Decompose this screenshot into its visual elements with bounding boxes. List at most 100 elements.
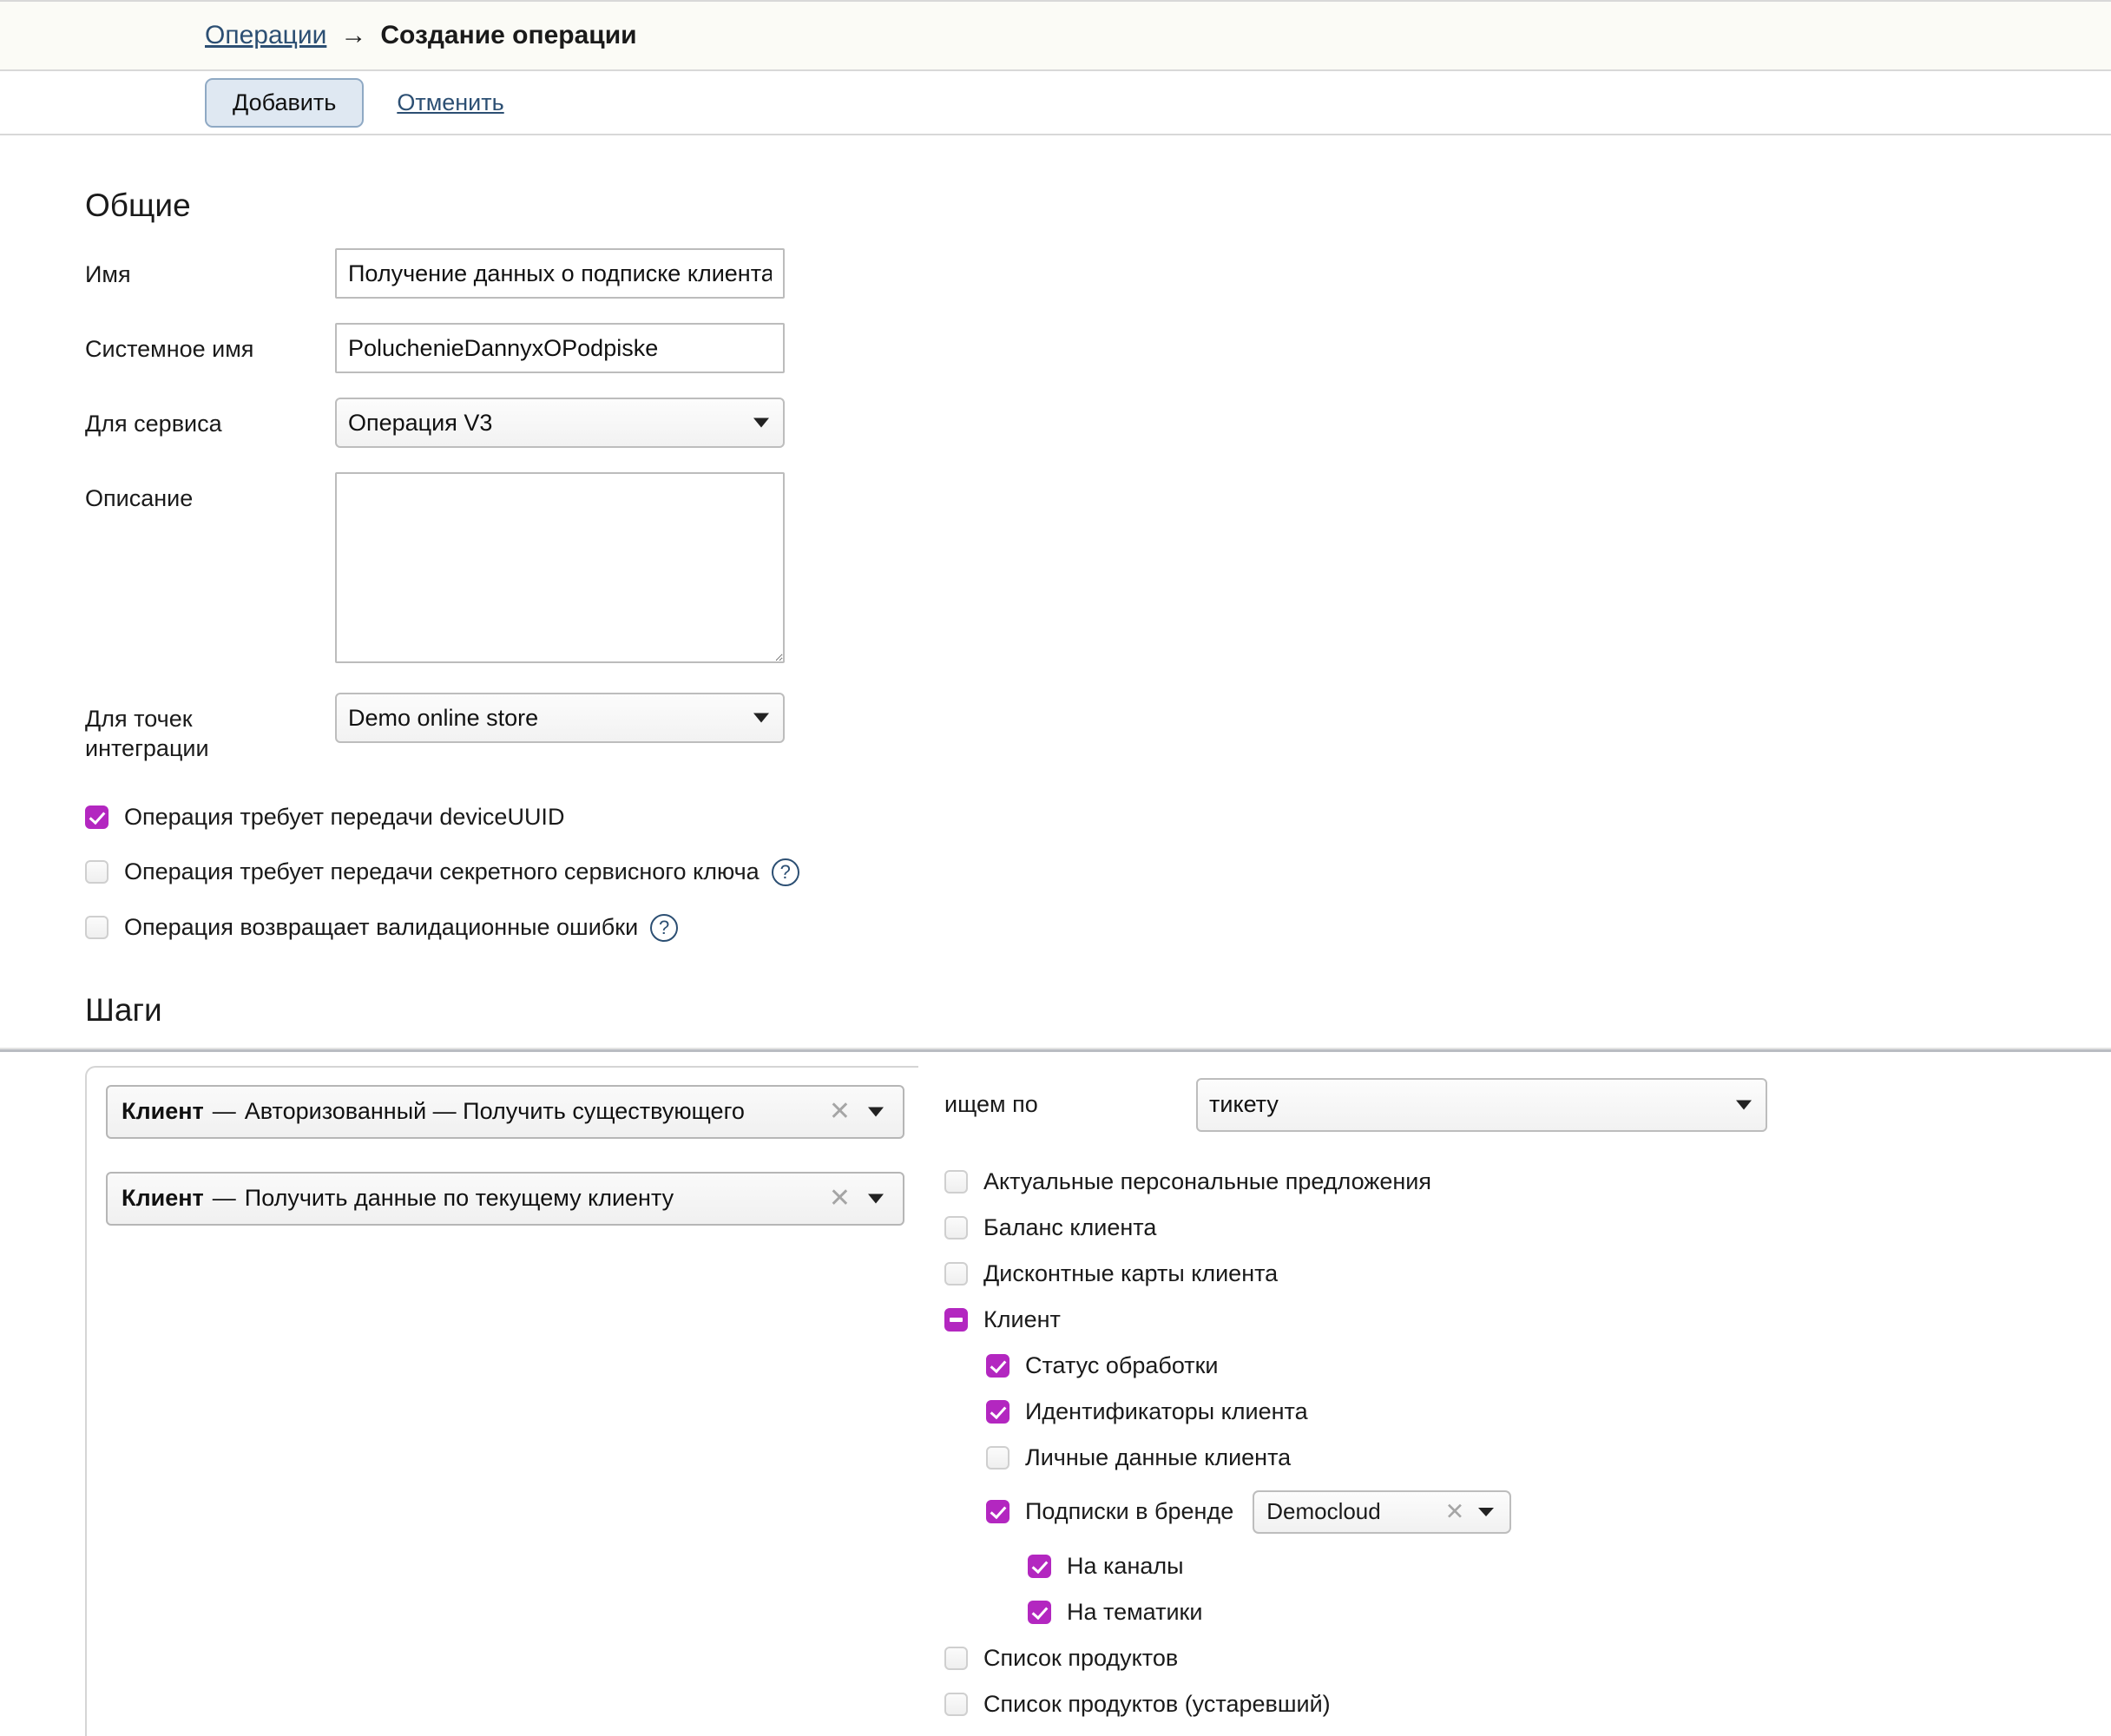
step-select-1-dash: — (212, 1185, 236, 1211)
system-name-input[interactable] (335, 323, 785, 373)
tree-row-9: На тематики (1028, 1599, 1767, 1626)
service-label: Для сервиса (85, 411, 222, 437)
checkbox-validation-errors-label: Операция возвращает валидационные ошибки (124, 914, 639, 940)
tree-checkbox-11[interactable] (944, 1692, 968, 1716)
step-select-1[interactable]: Клиент — Получить данные по текущему кли… (106, 1171, 904, 1226)
field-row-service: Для сервиса Операция V3 (85, 398, 2111, 448)
integration-points-label-line1: Для точек (85, 706, 193, 732)
tree-label-1: Баланс клиента (983, 1213, 1157, 1240)
options-tree: Актуальные персональные предложения Балан… (944, 1168, 1767, 1736)
tree-checkbox-2[interactable] (944, 1261, 968, 1286)
tree-checkbox-8[interactable] (1028, 1554, 1051, 1578)
checkbox-row-deviceuuid: Операция требует передачи deviceUUID (85, 804, 2111, 831)
steps-section-title: Шаги (85, 991, 162, 1028)
cancel-link[interactable]: Отменить (397, 89, 503, 116)
steps-list-container: Клиент — Авторизованный — Получить сущес… (85, 1065, 918, 1736)
tree-checkbox-7[interactable] (986, 1500, 1009, 1523)
tree-row-2: Дисконтные карты клиента (944, 1260, 1767, 1287)
brand-select-value: Democloud (1266, 1498, 1381, 1524)
tree-row-1: Баланс клиента (944, 1214, 1767, 1241)
help-icon[interactable]: ? (771, 858, 799, 886)
breadcrumb-arrow-icon: → (340, 21, 367, 49)
tree-row-0: Актуальные персональные предложения (944, 1168, 1767, 1195)
step-select-0-bold: Клиент (122, 1098, 204, 1124)
steps-divider (0, 1047, 2111, 1052)
breadcrumb-current-page: Создание операции (380, 21, 637, 49)
tree-row-8: На каналы (1028, 1553, 1767, 1580)
integration-points-select[interactable]: Demo online store (335, 693, 785, 743)
tree-checkbox-10[interactable] (944, 1646, 968, 1670)
chevron-down-icon (1478, 1507, 1495, 1516)
checkbox-validation-errors[interactable] (85, 916, 109, 939)
breadcrumb: Операции → Создание операции (0, 0, 2111, 71)
tree-label-8: На каналы (1067, 1552, 1184, 1579)
breadcrumb-link-operations[interactable]: Операции (205, 21, 326, 50)
checkbox-row-secret-key: Операция требует передачи секретного сер… (85, 858, 2111, 886)
tree-row-11: Список продуктов (устаревший) (944, 1691, 1767, 1718)
tree-label-6: Личные данные клиента (1025, 1443, 1292, 1470)
clear-icon[interactable]: ✕ (1445, 1500, 1465, 1523)
add-button[interactable]: Добавить (205, 77, 365, 128)
field-row-system-name: Системное имя (85, 323, 2111, 373)
step-select-0-rest: Авторизованный — Получить существующего (244, 1098, 745, 1124)
tree-row-4: Статус обработки (986, 1352, 1767, 1379)
step-select-1-rest: Получить данные по текущему клиенту (244, 1185, 674, 1211)
step-select-0[interactable]: Клиент — Авторизованный — Получить сущес… (106, 1084, 904, 1139)
tree-checkbox-9[interactable] (1028, 1600, 1051, 1624)
checkbox-deviceuuid[interactable] (85, 805, 109, 829)
step-select-1-bold: Клиент (122, 1185, 204, 1211)
tree-row-5: Идентификаторы клиента (986, 1398, 1767, 1425)
tree-checkbox-6[interactable] (986, 1445, 1009, 1470)
tree-label-4: Статус обработки (1025, 1351, 1219, 1378)
system-name-label: Системное имя (85, 336, 254, 362)
search-by-row: ищем по тикету (944, 1077, 1767, 1132)
name-label: Имя (85, 261, 131, 287)
tree-row-3: Клиент (944, 1306, 1767, 1333)
tree-checkbox-5[interactable] (986, 1399, 1009, 1424)
checkbox-secret-key-label: Операция требует передачи секретного сер… (124, 858, 760, 884)
chevron-down-icon (1736, 1100, 1752, 1109)
general-section: Общие Имя Системное имя Для сервиса Опер… (0, 135, 2111, 942)
chevron-down-icon (753, 418, 769, 428)
name-input[interactable] (335, 248, 785, 299)
steps-section: Шаги Клиент — Авторизованный — Получить … (0, 992, 2111, 1736)
step-select-0-dash: — (212, 1098, 236, 1124)
tree-checkbox-1[interactable] (944, 1215, 968, 1240)
description-label: Описание (85, 485, 194, 511)
action-toolbar: Добавить Отменить (0, 71, 2111, 135)
tree-checkbox-0[interactable] (944, 1169, 968, 1194)
tree-row-6: Личные данные клиента (986, 1444, 1767, 1471)
description-textarea[interactable] (335, 472, 785, 663)
tree-label-11: Список продуктов (устаревший) (983, 1690, 1331, 1717)
tree-checkbox-4[interactable] (986, 1353, 1009, 1378)
chevron-down-icon (868, 1107, 884, 1116)
brand-select[interactable]: Democloud ✕ (1253, 1489, 1512, 1534)
help-icon[interactable]: ? (650, 913, 679, 942)
service-select-value: Операция V3 (348, 409, 493, 436)
checkbox-secret-key[interactable] (85, 860, 109, 884)
field-row-name: Имя (85, 248, 2111, 299)
tree-label-9: На тематики (1067, 1598, 1203, 1625)
tree-label-2: Дисконтные карты клиента (983, 1259, 1279, 1286)
tree-checkbox-3[interactable] (944, 1307, 968, 1332)
tree-row-10: Список продуктов (944, 1645, 1767, 1672)
tree-label-5: Идентификаторы клиента (1025, 1397, 1308, 1424)
search-by-select[interactable]: тикету (1196, 1077, 1767, 1132)
clear-icon[interactable]: ✕ (829, 1185, 851, 1212)
general-section-title: Общие (85, 187, 191, 223)
search-by-select-value: тикету (1209, 1091, 1279, 1117)
integration-points-label-line2: интеграции (85, 734, 209, 761)
chevron-down-icon (868, 1194, 884, 1203)
tree-label-10: Список продуктов (983, 1644, 1179, 1671)
integration-points-label: Для точек интеграции (85, 693, 335, 764)
service-select[interactable]: Операция V3 (335, 398, 785, 448)
field-row-description: Описание (85, 472, 2111, 663)
chevron-down-icon (753, 713, 769, 723)
clear-icon[interactable]: ✕ (829, 1098, 851, 1125)
integration-points-select-value: Demo online store (348, 704, 539, 731)
tree-label-0: Актуальные персональные предложения (983, 1167, 1431, 1194)
checkbox-deviceuuid-label: Операция требует передачи deviceUUID (124, 803, 565, 830)
steps-options-pane: ищем по тикету Актуальные персональные п… (918, 1066, 1767, 1736)
search-by-label: ищем по (944, 1091, 1038, 1117)
checkbox-row-validation-errors: Операция возвращает валидационные ошибки… (85, 913, 2111, 942)
